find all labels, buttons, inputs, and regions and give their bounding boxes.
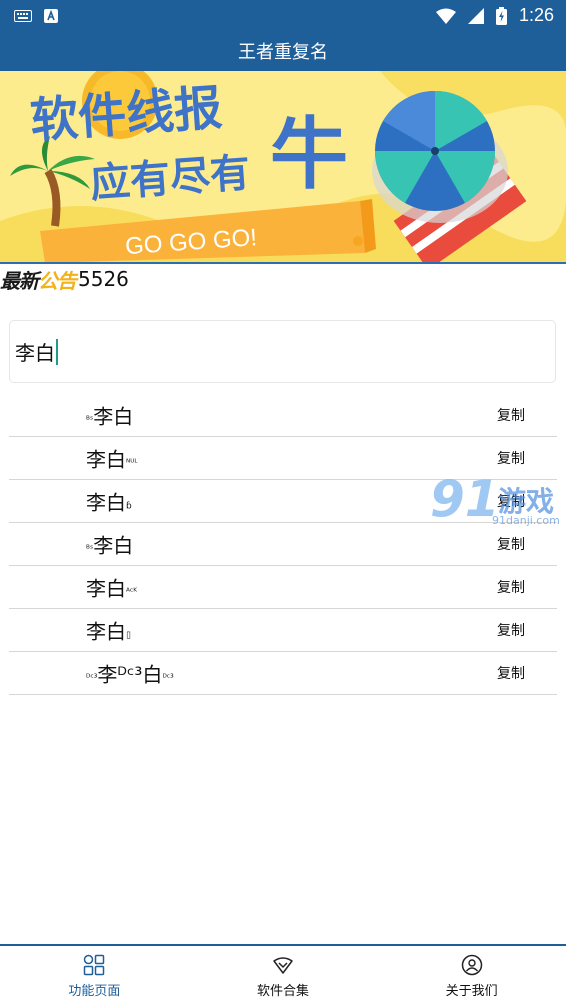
result-row: ᴰᶜ³李ᴰᶜ³白ᴰᶜ³ 复制 [9,652,557,695]
result-core-name: 李白 [93,533,134,558]
result-suffix: ᴰᶜ³ [162,673,174,684]
wifi-icon [435,8,456,24]
nav-tab-features[interactable]: 功能页面 [0,946,189,1006]
result-name: ᴰᶜ³李ᴰᶜ³白ᴰᶜ³ [86,659,174,688]
result-name: ᴮˢ李白 [86,530,133,559]
screen: 1:26 王者重复名 软件线报 应有尽有 牛 GO GO GO! 最新公告 55… [0,0,566,1006]
result-core-name: 李白 [86,576,126,601]
result-core-name: 李白 [86,619,126,644]
announcement[interactable]: 最新公告 5526 [0,264,566,294]
text-caret [56,338,58,365]
battery-charging-icon [495,6,507,25]
result-core-name: 李白 [86,490,126,515]
nav-tab-software[interactable]: 软件合集 [189,946,378,1006]
result-suffix: ᴺᵁᴸ [126,458,138,469]
copy-button[interactable]: 复制 [497,577,525,597]
result-row: 李白ᴬᶜᴷ 复制 [9,566,557,609]
result-suffix: ɓ [126,501,132,512]
nav-label-about: 关于我们 [445,983,498,999]
result-row: 李白ᴺᵁᴸ 复制 [9,437,557,480]
result-row: ᴮˢ李白 复制 [9,394,557,437]
result-name: 李白▯ [86,616,131,645]
results-list: ᴮˢ李白 复制 李白ᴺᵁᴸ 复制 李白ɓ 复制 ᴮˢ李白 复制 李白ᴬᶜᴷ 复制 李白▯ 复制 ᴰᶜ³李… [9,394,557,695]
result-prefix: ᴰᶜ³ [86,673,98,684]
result-name: 李白ᴺᵁᴸ [86,444,138,473]
result-name: ᴮˢ李白 [86,401,133,430]
app-bar: 王者重复名 [0,31,566,71]
result-row: 李白▯ 复制 [9,609,557,652]
result-suffix: ▯ [126,630,131,641]
page-title: 王者重复名 [238,42,328,63]
diamond-icon [273,956,293,974]
bottom-nav: 功能页面 软件合集 关于我们 [0,944,566,1006]
keyboard-icon [14,9,32,22]
result-name: 李白ᴬᶜᴷ [86,573,137,602]
grid-icon [84,954,105,975]
signal-icon [467,7,484,24]
promo-banner[interactable]: 软件线报 应有尽有 牛 GO GO GO! [0,71,566,263]
status-bar: 1:26 [0,0,566,31]
result-row: 李白ɓ 复制 [9,480,557,523]
app-notification-icon [44,8,58,23]
name-input-value: 李白 [15,341,55,365]
result-name: 李白ɓ [86,487,132,516]
copy-button[interactable]: 复制 [497,620,525,640]
user-icon [461,954,482,975]
copy-button[interactable]: 复制 [497,491,525,511]
nav-label-features: 功能页面 [68,983,121,999]
announcement-text: 5526 [78,267,129,291]
status-time: 1:26 [518,5,554,25]
announcement-logo: 最新公告 [0,268,77,293]
result-core-name: 李白 [93,404,134,429]
copy-button[interactable]: 复制 [497,405,525,425]
nav-label-software: 软件合集 [257,983,310,999]
result-core-name: 李ᴰᶜ³白 [97,662,163,687]
nav-tab-about[interactable]: 关于我们 [377,946,566,1006]
banner-illustration: 软件线报 应有尽有 牛 GO GO GO! [0,71,566,263]
copy-button[interactable]: 复制 [497,448,525,468]
result-row: ᴮˢ李白 复制 [9,523,557,566]
banner-big-char: 牛 [270,110,348,200]
result-suffix: ᴬᶜᴷ [126,587,137,598]
name-input[interactable]: 李白 [9,320,556,383]
result-core-name: 李白 [86,447,126,472]
copy-button[interactable]: 复制 [497,663,525,683]
copy-button[interactable]: 复制 [497,534,525,554]
